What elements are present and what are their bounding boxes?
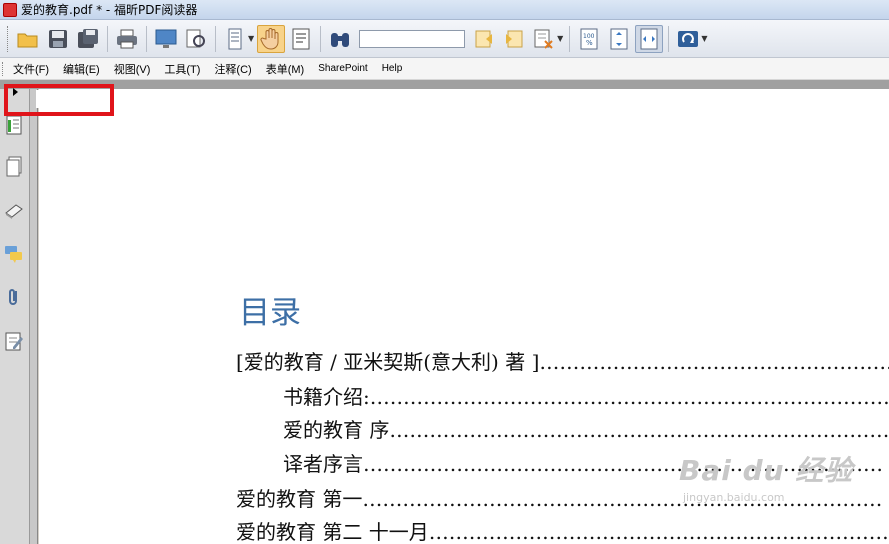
toolbar-separator [569, 25, 571, 52]
toolbar-separator [320, 25, 322, 52]
find-document-button[interactable] [182, 25, 210, 53]
menu-tools[interactable]: 工具(T) [164, 61, 200, 77]
signature-icon [5, 332, 23, 351]
rotate-icon [678, 30, 699, 47]
signature-button[interactable] [3, 329, 25, 353]
toolbar-separator [668, 25, 670, 52]
chevron-down-icon[interactable]: ▼ [248, 34, 254, 43]
print-button[interactable] [113, 25, 141, 53]
watermark-logo: Bai du 经验 [679, 454, 854, 487]
toc-entry-label: 书籍介绍: [283, 385, 370, 407]
watermark-url: jingyan.baidu.com [683, 491, 785, 504]
find-previous-icon [475, 30, 493, 47]
select-text-icon [292, 28, 310, 49]
svg-text:%: % [586, 39, 593, 47]
toc-entry-label: 译者序言 [283, 452, 363, 474]
fit-width-button[interactable] [635, 24, 664, 53]
layers-icon [5, 204, 23, 219]
document-view[interactable]: 目录 [爱的教育 / 亚米契斯(意大利) 著 ]…………………………………………… [39, 89, 889, 544]
toc-leader-dots: …………………………………………………………………… [428, 520, 889, 542]
save-button[interactable] [44, 25, 72, 53]
chevron-down-icon[interactable]: ▼ [557, 34, 563, 43]
open-button[interactable] [14, 25, 42, 53]
pages-icon [6, 156, 22, 177]
toc-leader-dots: …………………………………………………………………… [539, 350, 889, 372]
actual-size-button[interactable]: 100% [575, 25, 603, 53]
comments-button[interactable] [3, 242, 25, 266]
hand-tool-icon [260, 27, 279, 50]
window-title: 爱的教育.pdf * - 福昕PDF阅读器 [21, 3, 198, 17]
actual-size-icon: 100% [580, 28, 598, 49]
page-layout-icon [228, 28, 242, 49]
document-tab-strip [0, 80, 889, 89]
save-as-icon [78, 28, 98, 48]
save-as-button[interactable] [74, 25, 102, 53]
print-icon [117, 29, 137, 48]
menu-help[interactable]: Help [382, 63, 403, 74]
bookmarks-button[interactable] [3, 113, 25, 137]
menu-sharepoint[interactable]: SharePoint [318, 63, 367, 74]
find-document-icon [186, 29, 205, 47]
fit-width-icon [640, 28, 658, 49]
toc-entry-label: [爱的教育 / 亚米契斯(意大利) 著 ] [236, 350, 540, 372]
toc-leader-dots: …………………………………………………………………… [369, 385, 889, 407]
navigation-sidebar [0, 89, 30, 544]
find-previous-button[interactable] [470, 25, 498, 53]
hand-tool-button[interactable] [257, 24, 286, 53]
fit-page-button[interactable] [605, 25, 633, 53]
toolbar-separator [146, 25, 147, 52]
menu-edit[interactable]: 编辑(E) [63, 61, 100, 77]
fullscreen-icon [155, 29, 177, 48]
attachments-button[interactable] [3, 285, 25, 309]
open-icon [17, 33, 38, 47]
layers-button[interactable] [3, 198, 25, 222]
pages-button[interactable] [3, 155, 25, 179]
toc-entry-label: 爱的教育 第二 十一月 [236, 520, 429, 542]
highlight-search-icon [534, 29, 553, 49]
sidebar-splitter[interactable] [30, 89, 38, 544]
attachments-icon [9, 289, 17, 305]
highlight-search-button[interactable] [530, 25, 558, 53]
rotate-button[interactable] [674, 25, 702, 53]
search-input[interactable] [359, 29, 466, 48]
find-next-icon [506, 30, 523, 47]
annotation-highlight-box [4, 84, 114, 116]
menu-bar: 文件(F) 编辑(E) 视图(V) 工具(T) 注释(C) 表单(M) Shar… [0, 58, 889, 80]
toolbar: ▼ ▼ 100% ▼ [0, 20, 889, 58]
toolbar-separator [107, 25, 108, 52]
binoculars-icon [331, 32, 350, 47]
title-bar: 爱的教育.pdf * - 福昕PDF阅读器 [0, 0, 889, 20]
chevron-down-icon[interactable]: ▼ [701, 34, 707, 43]
toc-entry[interactable]: [爱的教育 / 亚米契斯(意大利) 著 ]…………………………………………………… [236, 346, 889, 372]
menu-comments[interactable]: 注释(C) [214, 61, 251, 77]
toolbar-separator [215, 25, 216, 52]
toc-leader-dots: …………………………………………………………………… [389, 418, 889, 440]
menu-forms[interactable]: 表单(M) [266, 61, 305, 77]
menu-grip[interactable] [2, 61, 5, 76]
select-text-button[interactable] [287, 25, 315, 53]
binoculars-button[interactable] [326, 25, 354, 53]
toolbar-grip[interactable] [7, 25, 10, 52]
toc-entry[interactable]: 爱的教育 序…………………………………………………………………… [283, 414, 889, 440]
save-icon [49, 29, 67, 48]
baidu-watermark: Bai du 经验 jingyan.baidu.com [679, 449, 889, 519]
fit-page-icon [610, 28, 628, 49]
comments-icon [5, 246, 22, 263]
menu-view[interactable]: 视图(V) [114, 61, 151, 77]
toc-entry[interactable]: 书籍介绍:…………………………………………………………………… [283, 381, 889, 407]
menu-file[interactable]: 文件(F) [13, 61, 49, 77]
find-next-button[interactable] [500, 25, 528, 53]
toc-entry[interactable]: 爱的教育 第二 十一月…………………………………………………………………… [236, 516, 889, 542]
app-icon [3, 2, 17, 17]
toc-title: 目录 [239, 295, 301, 331]
bookmarks-icon [6, 115, 22, 135]
toc-entry-label: 爱的教育 第一 [236, 487, 363, 509]
fullscreen-button[interactable] [152, 25, 180, 53]
toc-entry-label: 爱的教育 序 [283, 418, 390, 440]
page-layout-button[interactable] [221, 25, 249, 53]
